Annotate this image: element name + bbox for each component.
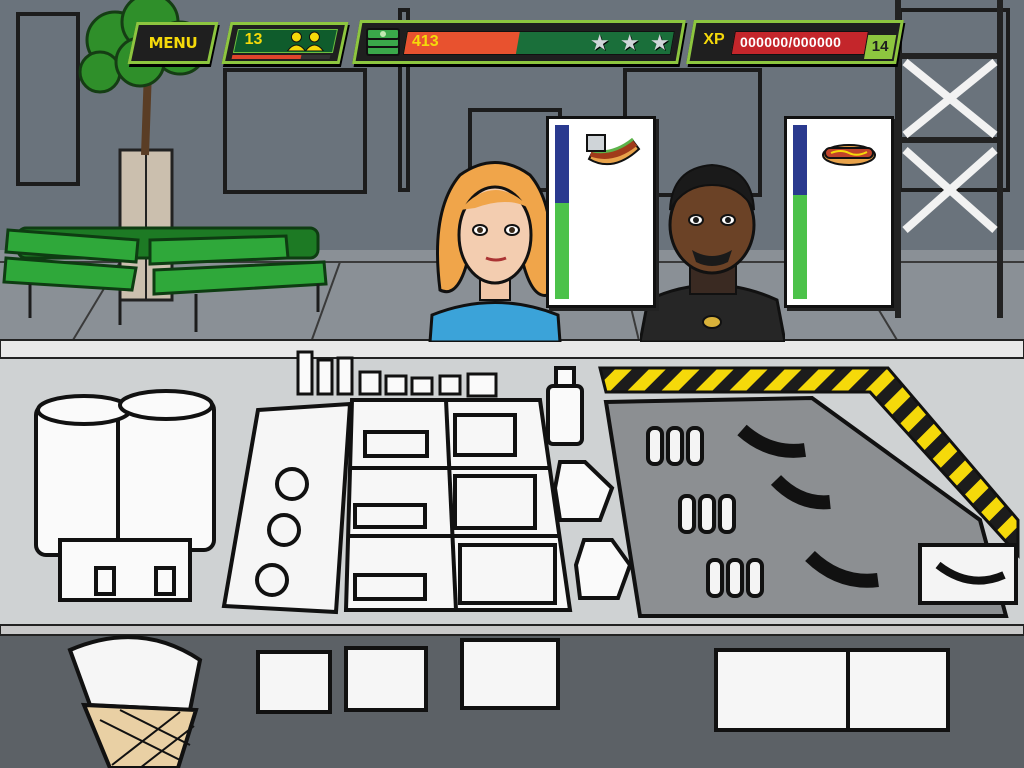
patience-fill-2 xyxy=(793,194,807,299)
menu-button[interactable]: MENU xyxy=(127,22,219,64)
customers-counter: 13 xyxy=(221,22,349,64)
cash-stack-icon xyxy=(366,28,400,56)
customers-counter-box: 13 xyxy=(232,29,338,53)
patience-meter-1 xyxy=(555,125,569,299)
xp-label: XP xyxy=(703,31,725,48)
order-bubble-2 xyxy=(784,116,894,308)
star-icon: ★ xyxy=(649,31,670,55)
customers-progress-bar xyxy=(231,55,331,59)
star-icon: ★ xyxy=(619,31,640,55)
star-icon: ★ xyxy=(589,31,610,55)
people-icon xyxy=(286,31,325,51)
level-value: 14 xyxy=(871,38,889,55)
level-badge: 14 xyxy=(864,35,897,59)
customers-served-count: 13 xyxy=(244,31,263,48)
xp-bar: 000000/000000 xyxy=(730,31,869,55)
loaded-hotdog-icon xyxy=(586,134,641,166)
plain-hotdog-icon xyxy=(822,144,876,166)
cash-value: 413 xyxy=(412,33,439,50)
menu-button-label: MENU xyxy=(148,34,198,52)
xp-panel: XP 000000/000000 14 xyxy=(686,20,904,64)
customers-progress-fill xyxy=(231,55,302,59)
customer-man-black-jacket[interactable] xyxy=(640,150,785,342)
game-stage: MENU 13 413 ★ ★ ★ XP 000000/000000 14 xyxy=(0,0,1024,768)
xp-value: 000000/000000 xyxy=(740,34,842,50)
patience-fill-1 xyxy=(555,203,569,299)
cash-panel: 413 ★ ★ ★ xyxy=(352,20,686,64)
patience-meter-2 xyxy=(793,125,807,299)
cash-goal-bar: 413 ★ ★ ★ xyxy=(402,31,675,55)
order-bubble-1 xyxy=(546,116,656,308)
